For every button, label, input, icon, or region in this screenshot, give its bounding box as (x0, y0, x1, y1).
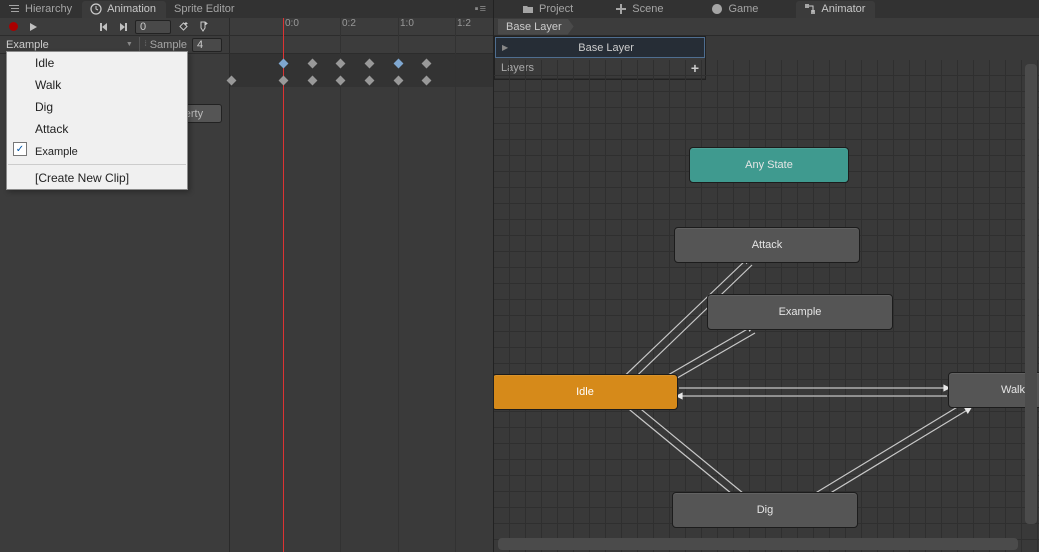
add-event-icon (198, 21, 209, 32)
breadcrumb-base-layer[interactable]: Base Layer (498, 19, 574, 35)
ruler-tick: 1:2 (457, 18, 471, 29)
playhead[interactable] (283, 18, 284, 552)
scrollbar-vertical[interactable] (1025, 64, 1037, 524)
record-icon (9, 22, 18, 31)
summary-rows (230, 54, 493, 87)
play-icon (30, 23, 37, 31)
ruler-tick: 0:2 (342, 18, 356, 29)
state-graph[interactable]: Any State Attack Example Idle Walk Dig (494, 60, 1039, 552)
clip-menu-item-walk[interactable]: Walk (7, 74, 187, 96)
prev-frame-button[interactable] (93, 19, 113, 35)
clip-menu-item-label: Example (35, 146, 78, 158)
tab-hierarchy[interactable]: Hierarchy (0, 1, 82, 18)
node-any-state[interactable]: Any State (689, 147, 849, 183)
play-button[interactable] (23, 19, 43, 35)
sample-field[interactable]: ⁞ Sample 4 (140, 38, 229, 52)
add-keyframe-icon (178, 21, 189, 32)
skip-back-icon (100, 23, 107, 31)
record-button[interactable] (3, 19, 23, 35)
tab-hierarchy-label: Hierarchy (25, 3, 72, 15)
node-label: Example (779, 306, 822, 318)
add-event-button[interactable] (193, 19, 213, 35)
animation-controls: 0 (0, 18, 493, 36)
clip-dropdown-label: Example (6, 39, 49, 51)
game-icon (711, 3, 723, 15)
clip-menu-item-example[interactable]: ✓ Example (7, 140, 187, 162)
panel-menu-icon[interactable]: ▪≡ (469, 3, 493, 15)
ruler-tick: 0:0 (285, 18, 299, 29)
node-label: Idle (576, 386, 594, 398)
animator-breadcrumb-row: Base Layer (494, 18, 1039, 36)
drag-handle-icon: ⁞ (145, 41, 147, 48)
chevron-down-icon: ▼ (126, 41, 133, 48)
clip-dropdown-menu: Idle Walk Dig Attack ✓ Example [Create N… (6, 51, 188, 190)
node-label: Any State (745, 159, 793, 171)
skip-forward-icon (120, 23, 127, 31)
tab-project-label: Project (539, 3, 573, 15)
frame-number-field[interactable]: 0 (135, 20, 171, 34)
tab-scene[interactable]: Scene (607, 1, 673, 18)
add-keyframe-button[interactable] (173, 19, 193, 35)
node-label: Attack (752, 239, 783, 251)
sample-label: Sample (150, 39, 187, 51)
clip-menu-item-idle[interactable]: Idle (7, 52, 187, 74)
scene-icon (615, 3, 627, 15)
tab-sprite-label: Sprite Editor (174, 3, 235, 15)
tab-animation[interactable]: Animation (82, 1, 166, 18)
layer-label: Base Layer (514, 42, 698, 54)
check-icon: ✓ (13, 142, 27, 156)
next-frame-button[interactable] (113, 19, 133, 35)
node-attack[interactable]: Attack (674, 227, 860, 263)
layer-base-layer[interactable]: ▶ Base Layer (495, 37, 705, 58)
right-tab-bar: Project Scene Game Animator (494, 0, 1039, 18)
tab-game[interactable]: Game (703, 1, 768, 18)
tab-game-label: Game (728, 3, 758, 15)
menu-separator (8, 164, 186, 165)
clip-menu-create-new[interactable]: [Create New Clip] (7, 167, 187, 189)
tab-project[interactable]: Project (514, 1, 583, 18)
folder-icon (522, 3, 534, 15)
animation-icon (90, 3, 102, 15)
tab-animator-label: Animator (821, 3, 865, 15)
animator-icon (804, 3, 816, 15)
node-label: Walk (1001, 384, 1025, 396)
tab-scene-label: Scene (632, 3, 663, 15)
node-example[interactable]: Example (707, 294, 893, 330)
left-tab-bar: Hierarchy Animation Sprite Editor ▪≡ (0, 0, 493, 18)
scrollbar-horizontal[interactable] (498, 538, 1018, 550)
dopesheet[interactable]: 0:0 0:2 1:0 1:2 (230, 54, 493, 552)
right-panel: Project Scene Game Animator Base Layer ▶… (494, 0, 1039, 552)
node-label: Dig (757, 504, 774, 516)
tab-animation-label: Animation (107, 3, 156, 15)
sample-value[interactable]: 4 (192, 38, 222, 52)
hierarchy-icon (8, 3, 20, 15)
clip-menu-item-dig[interactable]: Dig (7, 96, 187, 118)
left-panel: Hierarchy Animation Sprite Editor ▪≡ 0 (0, 0, 494, 552)
clip-menu-item-attack[interactable]: Attack (7, 118, 187, 140)
triangle-right-icon: ▶ (502, 43, 508, 52)
node-dig[interactable]: Dig (672, 492, 858, 528)
node-idle[interactable]: Idle (494, 374, 678, 410)
ruler-tick: 1:0 (400, 18, 414, 29)
tab-animator[interactable]: Animator (796, 1, 875, 18)
tab-sprite-editor[interactable]: Sprite Editor (166, 1, 245, 18)
